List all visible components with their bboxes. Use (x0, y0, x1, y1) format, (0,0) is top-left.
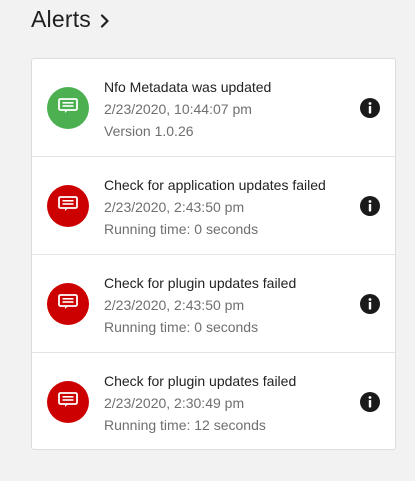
alerts-list: Nfo Metadata was updated 2/23/2020, 10:4… (31, 58, 396, 450)
alert-date: 2/23/2020, 10:44:07 pm (104, 101, 252, 117)
message-icon (58, 293, 78, 315)
alert-item[interactable]: Nfo Metadata was updated 2/23/2020, 10:4… (32, 59, 395, 157)
info-icon[interactable] (359, 293, 381, 315)
message-icon (58, 391, 78, 413)
alert-detail: Version 1.0.26 (104, 123, 194, 139)
chevron-right-icon (98, 13, 112, 28)
message-icon (58, 97, 78, 119)
alert-item[interactable]: Check for plugin updates failed 2/23/202… (32, 255, 395, 353)
alert-detail: Running time: 12 seconds (104, 417, 266, 433)
page-title: Alerts (31, 6, 91, 32)
alert-title: Check for plugin updates failed (104, 373, 297, 389)
alert-text: Check for application updates failed 2/2… (104, 174, 345, 240)
info-icon[interactable] (359, 97, 381, 119)
alerts-page: Alerts Nfo Metadata was updated 2/23/202… (0, 0, 415, 481)
alert-title: Check for plugin updates failed (104, 275, 297, 291)
alert-date: 2/23/2020, 2:43:50 pm (104, 297, 245, 313)
info-icon[interactable] (359, 391, 381, 413)
alert-item[interactable]: Check for plugin updates failed 2/23/202… (32, 353, 395, 451)
alert-date: 2/23/2020, 2:30:49 pm (104, 395, 245, 411)
alert-date: 2/23/2020, 2:43:50 pm (104, 199, 245, 215)
alert-title: Check for application updates failed (104, 177, 326, 193)
alert-status-avatar (47, 185, 89, 227)
alert-status-avatar (47, 381, 89, 423)
info-icon[interactable] (359, 195, 381, 217)
alert-item[interactable]: Check for application updates failed 2/2… (32, 157, 395, 255)
alert-status-avatar (47, 87, 89, 129)
alerts-header-link[interactable]: Alerts (31, 6, 112, 33)
alert-detail: Running time: 0 seconds (104, 319, 259, 335)
alert-text: Check for plugin updates failed 2/23/202… (104, 370, 345, 436)
message-icon (58, 195, 78, 217)
alert-title: Nfo Metadata was updated (104, 79, 272, 95)
alert-text: Check for plugin updates failed 2/23/202… (104, 272, 345, 338)
alert-text: Nfo Metadata was updated 2/23/2020, 10:4… (104, 76, 345, 142)
alert-status-avatar (47, 283, 89, 325)
alert-detail: Running time: 0 seconds (104, 221, 259, 237)
